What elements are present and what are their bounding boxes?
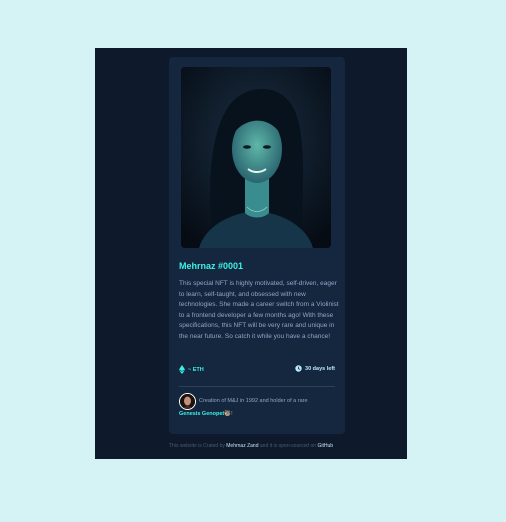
nft-description: This special NFT is highly motivated, se… <box>179 280 339 340</box>
card-divider <box>179 386 335 387</box>
portrait-photo <box>181 67 331 248</box>
creator-suffix: 🦥! <box>224 411 233 417</box>
price-value: ~ ETH <box>188 366 204 373</box>
nft-title[interactable]: Mehrnaz #0001 <box>179 261 243 271</box>
nft-portrait-image[interactable] <box>181 67 331 248</box>
creator-name-link[interactable]: Genesis Genopet <box>179 411 224 417</box>
footer-prefix: This website is Crated by <box>169 443 225 449</box>
footer-middle: and it is open-sourced on <box>259 443 317 449</box>
footer-author-link[interactable]: Mehrnaz Zand <box>226 443 258 449</box>
time-left-stat: 30 days left <box>295 365 335 372</box>
avatar-image <box>180 394 195 409</box>
footer-github-link[interactable]: GitHub <box>317 443 333 449</box>
clock-icon <box>295 365 302 372</box>
creator-description: Creation of M&J in 1992 and holder of a … <box>199 398 308 404</box>
nft-card: Mehrnaz #0001 This special NFT is highly… <box>169 57 345 434</box>
time-left-value: 30 days left <box>305 365 335 372</box>
ethereum-icon <box>179 365 185 374</box>
page-footer: This website is Crated by Mehrnaz Zand a… <box>95 443 407 449</box>
nft-stage: Mehrnaz #0001 This special NFT is highly… <box>95 48 407 459</box>
price-stat: ~ ETH <box>179 365 204 374</box>
creator-avatar <box>179 393 196 410</box>
creator-line2: Genesis Genopet🦥! <box>179 411 233 417</box>
